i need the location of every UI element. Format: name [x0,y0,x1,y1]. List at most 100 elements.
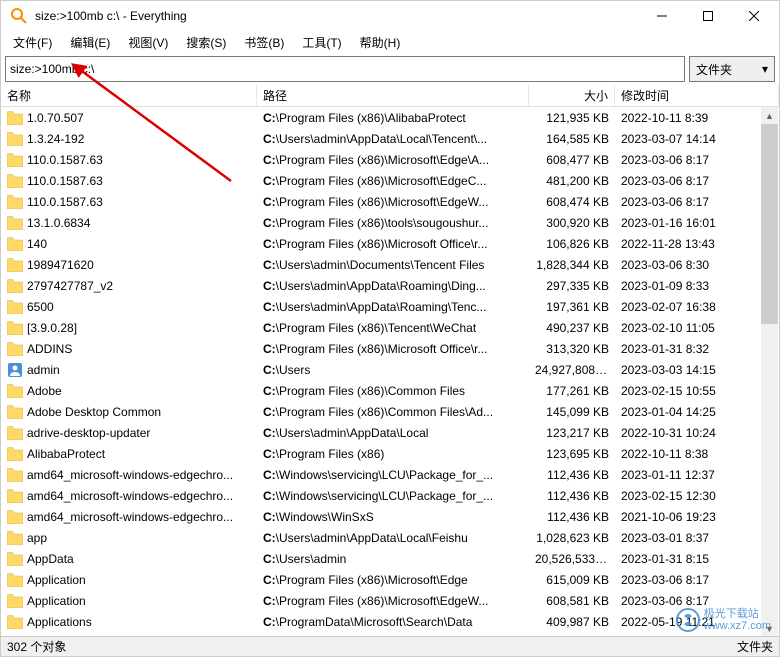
table-row[interactable]: 2797427787_v2C:\Users\admin\AppData\Roam… [1,275,779,296]
table-row[interactable]: amd64_microsoft-windows-edgechro...C:\Wi… [1,485,779,506]
table-row[interactable]: appC:\Users\admin\AppData\Local\Feishu1,… [1,527,779,548]
cell-date: 2023-01-11 12:37 [615,468,779,482]
scroll-thumb[interactable] [761,124,778,324]
table-row[interactable]: adminC:\Users24,927,808 KB2023-03-03 14:… [1,359,779,380]
cell-path: C:\Program Files (x86)\Microsoft\EdgeW..… [257,594,529,608]
cell-date: 2023-02-15 12:30 [615,489,779,503]
scrollbar[interactable]: ▲ ▼ [761,107,778,637]
cell-date: 2023-03-06 8:17 [615,594,779,608]
cell-path: C:\Windows\WinSxS [257,510,529,524]
cell-date: 2023-02-15 10:55 [615,384,779,398]
filter-dropdown[interactable]: 文件夹 ▾ [689,56,775,82]
table-row[interactable]: AlibabaProtectC:\Program Files (x86)123,… [1,443,779,464]
header-size[interactable]: 大小 [529,85,615,106]
cell-name: AlibabaProtect [1,447,257,461]
file-name: Application [27,594,86,608]
file-name: 1.3.24-192 [27,132,84,146]
table-row[interactable]: amd64_microsoft-windows-edgechro...C:\Wi… [1,464,779,485]
cell-name: 110.0.1587.63 [1,153,257,167]
searchbar: 文件夹 ▾ [5,56,775,82]
table-row[interactable]: 110.0.1587.63C:\Program Files (x86)\Micr… [1,149,779,170]
file-name: amd64_microsoft-windows-edgechro... [27,510,233,524]
cell-name: 1.3.24-192 [1,132,257,146]
table-row[interactable]: [3.9.0.28]C:\Program Files (x86)\Tencent… [1,317,779,338]
menu-tool[interactable]: 工具(T) [294,32,349,53]
cell-size: 608,474 KB [529,195,615,209]
table-row[interactable]: ADDINSC:\Program Files (x86)\Microsoft O… [1,338,779,359]
maximize-button[interactable] [685,1,731,31]
menu-bookmark[interactable]: 书签(B) [236,32,292,53]
table-row[interactable]: AppDataC:\Users\admin20,526,533 KB2023-0… [1,548,779,569]
cell-name: Adobe [1,384,257,398]
table-row[interactable]: AdobeC:\Program Files (x86)\Common Files… [1,380,779,401]
cell-size: 24,927,808 KB [529,363,615,377]
scroll-up-button[interactable]: ▲ [761,107,778,124]
filter-label: 文件夹 [696,61,732,78]
cell-name: Application [1,594,257,608]
cell-size: 490,237 KB [529,321,615,335]
watermark-name: 极光下载站 [704,608,771,620]
cell-size: 300,920 KB [529,216,615,230]
table-row[interactable]: 110.0.1587.63C:\Program Files (x86)\Micr… [1,170,779,191]
cell-name: ADDINS [1,342,257,356]
cell-size: 177,261 KB [529,384,615,398]
table-row[interactable]: 1989471620C:\Users\admin\Documents\Tence… [1,254,779,275]
table-row[interactable]: 1.3.24-192C:\Users\admin\AppData\Local\T… [1,128,779,149]
cell-size: 121,935 KB [529,111,615,125]
cell-size: 20,526,533 KB [529,552,615,566]
cell-name: 1.0.70.507 [1,111,257,125]
cell-path: C:\Program Files (x86)\Microsoft\Edge\A.… [257,153,529,167]
cell-size: 1,028,623 KB [529,531,615,545]
table-row[interactable]: Application C:\Program Files (x86)\Micros… [1,590,779,611]
cell-name: amd64_microsoft-windows-edgechro... [1,468,257,482]
results-list: 1.0.70.507C:\Program Files (x86)\Alibaba… [1,107,779,639]
menu-file[interactable]: 文件(F) [5,32,60,53]
cell-path: C:\Windows\servicing\LCU\Package_for_... [257,468,529,482]
watermark: 极光下载站 www.xz7.com [676,608,771,632]
cell-date: 2023-01-31 8:32 [615,342,779,356]
table-row[interactable]: amd64_microsoft-windows-edgechro... C:\Wi… [1,506,779,527]
minimize-button[interactable] [639,1,685,31]
cell-name: Adobe Desktop Common [1,405,257,419]
cell-name: AppData [1,552,257,566]
table-row[interactable]: adrive-desktop-updaterC:\Users\admin\App… [1,422,779,443]
table-row[interactable]: ApplicationC:\Program Files (x86)\Micros… [1,569,779,590]
cell-path: C:\ProgramData\Microsoft\Search\Data [257,615,529,629]
table-row[interactable]: Adobe Desktop CommonC:\Program Files (x8… [1,401,779,422]
cell-date: 2022-10-31 10:24 [615,426,779,440]
chevron-down-icon: ▾ [762,62,768,76]
cell-name: 140 [1,237,257,251]
cell-name: app [1,531,257,545]
cell-size: 123,695 KB [529,447,615,461]
cell-name: 6500 [1,300,257,314]
window-controls [639,1,777,31]
cell-path: C:\Users\admin\AppData\Local\Feishu [257,531,529,545]
table-row[interactable]: 13.1.0.6834C:\Program Files (x86)\tools\… [1,212,779,233]
table-row[interactable]: ApplicationsC:\ProgramData\Microsoft\Sea… [1,611,779,632]
cell-date: 2023-01-16 16:01 [615,216,779,230]
menu-help[interactable]: 帮助(H) [352,32,409,53]
header-path[interactable]: 路径 [257,85,529,106]
cell-date: 2023-01-04 14:25 [615,405,779,419]
menu-edit[interactable]: 编辑(E) [62,32,118,53]
cell-date: 2023-03-06 8:17 [615,174,779,188]
file-name: ADDINS [27,342,72,356]
column-headers: 名称 路径 大小 修改时间 [1,85,779,107]
file-name: 1989471620 [27,258,94,272]
header-date[interactable]: 修改时间 [615,85,779,106]
cell-name: adrive-desktop-updater [1,426,257,440]
menu-search[interactable]: 搜索(S) [178,32,234,53]
cell-path: C:\Users [257,363,529,377]
close-button[interactable] [731,1,777,31]
table-row[interactable]: 110.0.1587.63C:\Program Files (x86)\Micr… [1,191,779,212]
header-name[interactable]: 名称 [1,85,257,106]
search-input[interactable] [5,56,685,82]
cell-path: C:\Program Files (x86)\AlibabaProtect [257,111,529,125]
menu-view[interactable]: 视图(V) [120,32,176,53]
app-icon [9,6,29,26]
cell-name: 2797427787_v2 [1,279,257,293]
table-row[interactable]: 1.0.70.507C:\Program Files (x86)\Alibaba… [1,107,779,128]
cell-path: C:\Program Files (x86)\tools\sougoushur.… [257,216,529,230]
table-row[interactable]: 6500C:\Users\admin\AppData\Roaming\Tenc.… [1,296,779,317]
table-row[interactable]: 140C:\Program Files (x86)\Microsoft Offi… [1,233,779,254]
